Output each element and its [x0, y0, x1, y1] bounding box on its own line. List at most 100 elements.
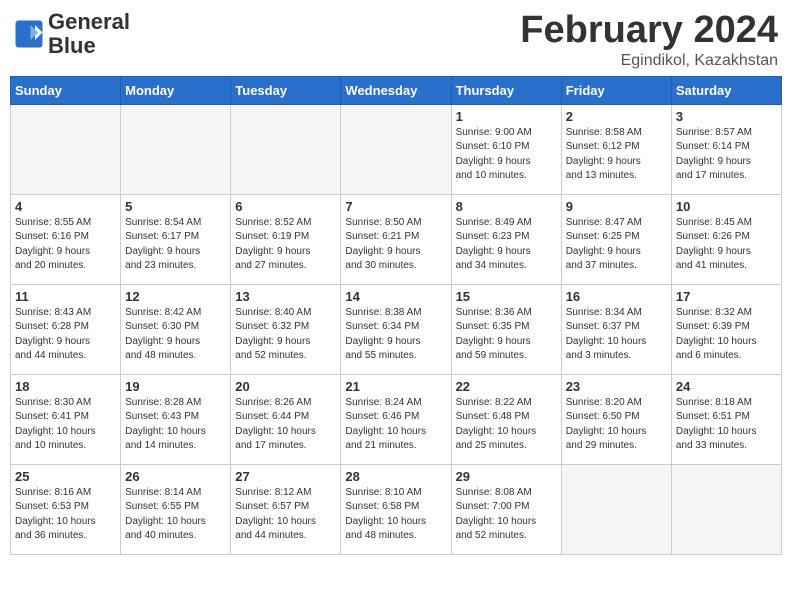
day-info: Sunrise: 8:45 AM Sunset: 6:26 PM Dayligh…: [676, 216, 777, 274]
month-year-title: February 2024: [520, 10, 778, 52]
day-number: 6: [235, 199, 336, 214]
day-info: Sunrise: 8:24 AM Sunset: 6:46 PM Dayligh…: [345, 396, 446, 454]
calendar-cell: 9Sunrise: 8:47 AM Sunset: 6:25 PM Daylig…: [561, 194, 671, 284]
day-number: 22: [456, 379, 557, 394]
calendar-cell: 11Sunrise: 8:43 AM Sunset: 6:28 PM Dayli…: [11, 284, 121, 374]
calendar-cell: 23 Sunrise: 8:20 AM Sunset: 6:50 PM Dayli…: [561, 374, 671, 464]
day-number: 8: [456, 199, 557, 214]
calendar-cell: 12 Sunrise: 8:42 AM Sunset: 6:30 PM Dayli…: [121, 284, 231, 374]
title-block: February 2024 Egindikol, Kazakhstan: [520, 10, 778, 70]
calendar-cell: [561, 464, 671, 554]
day-info: Sunrise: 8:57 AM Sunset: 6:14 PM Dayligh…: [676, 126, 777, 184]
weekday-header-monday: Monday: [121, 76, 231, 104]
day-info: Sunrise: 8:49 AM Sunset: 6:23 PM Dayligh…: [456, 216, 557, 274]
day-number: 23: [566, 379, 667, 394]
weekday-header-thursday: Thursday: [451, 76, 561, 104]
day-number: 10: [676, 199, 777, 214]
calendar-cell: 8 Sunrise: 8:49 AM Sunset: 6:23 PM Daylig…: [451, 194, 561, 284]
calendar-cell: 22 Sunrise: 8:22 AM Sunset: 6:48 PM Dayli…: [451, 374, 561, 464]
calendar-cell: [341, 104, 451, 194]
day-number: 9: [566, 199, 667, 214]
calendar-cell: 5Sunrise: 8:54 AM Sunset: 6:17 PM Daylig…: [121, 194, 231, 284]
location-subtitle: Egindikol, Kazakhstan: [520, 52, 778, 70]
day-number: 28: [345, 469, 446, 484]
weekday-header-saturday: Saturday: [671, 76, 781, 104]
calendar-cell: [671, 464, 781, 554]
day-info: Sunrise: 8:58 AM Sunset: 6:12 PM Dayligh…: [566, 126, 667, 184]
calendar-cell: 2 Sunrise: 8:58 AM Sunset: 6:12 PM Daylig…: [561, 104, 671, 194]
calendar-cell: 21 Sunrise: 8:24 AM Sunset: 6:46 PM Dayli…: [341, 374, 451, 464]
day-number: 2: [566, 109, 667, 124]
calendar-cell: 1 Sunrise: 9:00 AM Sunset: 6:10 PM Daylig…: [451, 104, 561, 194]
day-number: 12: [125, 289, 226, 304]
calendar-cell: 25 Sunrise: 8:16 AM Sunset: 6:53 PM Dayli…: [11, 464, 121, 554]
day-info: Sunrise: 8:55 AM Sunset: 6:16 PM Dayligh…: [15, 216, 116, 274]
day-number: 26: [125, 469, 226, 484]
weekday-header-friday: Friday: [561, 76, 671, 104]
calendar-body: 1 Sunrise: 9:00 AM Sunset: 6:10 PM Daylig…: [11, 104, 782, 554]
day-number: 24: [676, 379, 777, 394]
weekday-header-tuesday: Tuesday: [231, 76, 341, 104]
day-number: 14: [345, 289, 446, 304]
calendar-cell: 20 Sunrise: 8:26 AM Sunset: 6:44 PM Dayli…: [231, 374, 341, 464]
day-info: Sunrise: 9:00 AM Sunset: 6:10 PM Dayligh…: [456, 126, 557, 184]
day-number: 29: [456, 469, 557, 484]
logo: General Blue: [14, 10, 130, 58]
day-number: 11: [15, 289, 116, 304]
day-info: Sunrise: 8:12 AM Sunset: 6:57 PM Dayligh…: [235, 486, 336, 544]
calendar-cell: 10 Sunrise: 8:45 AM Sunset: 6:26 PM Dayli…: [671, 194, 781, 284]
logo-text: General Blue: [48, 10, 130, 58]
day-number: 1: [456, 109, 557, 124]
calendar-week-0: 1 Sunrise: 9:00 AM Sunset: 6:10 PM Daylig…: [11, 104, 782, 194]
day-info: Sunrise: 8:38 AM Sunset: 6:34 PM Dayligh…: [345, 306, 446, 364]
weekday-header-row: SundayMondayTuesdayWednesdayThursdayFrid…: [11, 76, 782, 104]
day-number: 27: [235, 469, 336, 484]
calendar-cell: [231, 104, 341, 194]
day-info: Sunrise: 8:18 AM Sunset: 6:51 PM Dayligh…: [676, 396, 777, 454]
day-info: Sunrise: 8:08 AM Sunset: 7:00 PM Dayligh…: [456, 486, 557, 544]
day-info: Sunrise: 8:16 AM Sunset: 6:53 PM Dayligh…: [15, 486, 116, 544]
day-info: Sunrise: 8:52 AM Sunset: 6:19 PM Dayligh…: [235, 216, 336, 274]
calendar-cell: 17 Sunrise: 8:32 AM Sunset: 6:39 PM Dayli…: [671, 284, 781, 374]
day-number: 7: [345, 199, 446, 214]
day-info: Sunrise: 8:10 AM Sunset: 6:58 PM Dayligh…: [345, 486, 446, 544]
day-info: Sunrise: 8:50 AM Sunset: 6:21 PM Dayligh…: [345, 216, 446, 274]
day-info: Sunrise: 8:42 AM Sunset: 6:30 PM Dayligh…: [125, 306, 226, 364]
day-number: 20: [235, 379, 336, 394]
calendar-cell: [11, 104, 121, 194]
day-number: 21: [345, 379, 446, 394]
calendar-week-4: 25 Sunrise: 8:16 AM Sunset: 6:53 PM Dayli…: [11, 464, 782, 554]
day-number: 17: [676, 289, 777, 304]
day-number: 18: [15, 379, 116, 394]
calendar-week-3: 18Sunrise: 8:30 AM Sunset: 6:41 PM Dayli…: [11, 374, 782, 464]
day-number: 4: [15, 199, 116, 214]
day-info: Sunrise: 8:28 AM Sunset: 6:43 PM Dayligh…: [125, 396, 226, 454]
day-info: Sunrise: 8:14 AM Sunset: 6:55 PM Dayligh…: [125, 486, 226, 544]
day-number: 19: [125, 379, 226, 394]
calendar-cell: 28 Sunrise: 8:10 AM Sunset: 6:58 PM Dayli…: [341, 464, 451, 554]
calendar-cell: 26 Sunrise: 8:14 AM Sunset: 6:55 PM Dayli…: [121, 464, 231, 554]
day-number: 15: [456, 289, 557, 304]
calendar-week-1: 4 Sunrise: 8:55 AM Sunset: 6:16 PM Daylig…: [11, 194, 782, 284]
day-info: Sunrise: 8:26 AM Sunset: 6:44 PM Dayligh…: [235, 396, 336, 454]
weekday-header-wednesday: Wednesday: [341, 76, 451, 104]
day-info: Sunrise: 8:20 AM Sunset: 6:50 PM Dayligh…: [566, 396, 667, 454]
logo-icon: [14, 19, 44, 49]
page-header: General Blue February 2024 Egindikol, Ka…: [10, 10, 782, 70]
calendar-cell: 14 Sunrise: 8:38 AM Sunset: 6:34 PM Dayli…: [341, 284, 451, 374]
calendar-cell: 4 Sunrise: 8:55 AM Sunset: 6:16 PM Daylig…: [11, 194, 121, 284]
day-info: Sunrise: 8:54 AM Sunset: 6:17 PM Dayligh…: [125, 216, 226, 274]
day-info: Sunrise: 8:34 AM Sunset: 6:37 PM Dayligh…: [566, 306, 667, 364]
calendar-cell: 15 Sunrise: 8:36 AM Sunset: 6:35 PM Dayli…: [451, 284, 561, 374]
day-info: Sunrise: 8:40 AM Sunset: 6:32 PM Dayligh…: [235, 306, 336, 364]
calendar-cell: 27 Sunrise: 8:12 AM Sunset: 6:57 PM Dayli…: [231, 464, 341, 554]
day-info: Sunrise: 8:22 AM Sunset: 6:48 PM Dayligh…: [456, 396, 557, 454]
weekday-header-sunday: Sunday: [11, 76, 121, 104]
calendar-cell: [121, 104, 231, 194]
day-number: 25: [15, 469, 116, 484]
day-number: 13: [235, 289, 336, 304]
calendar-cell: 24 Sunrise: 8:18 AM Sunset: 6:51 PM Dayli…: [671, 374, 781, 464]
day-info: Sunrise: 8:32 AM Sunset: 6:39 PM Dayligh…: [676, 306, 777, 364]
day-number: 3: [676, 109, 777, 124]
day-info: Sunrise: 8:36 AM Sunset: 6:35 PM Dayligh…: [456, 306, 557, 364]
